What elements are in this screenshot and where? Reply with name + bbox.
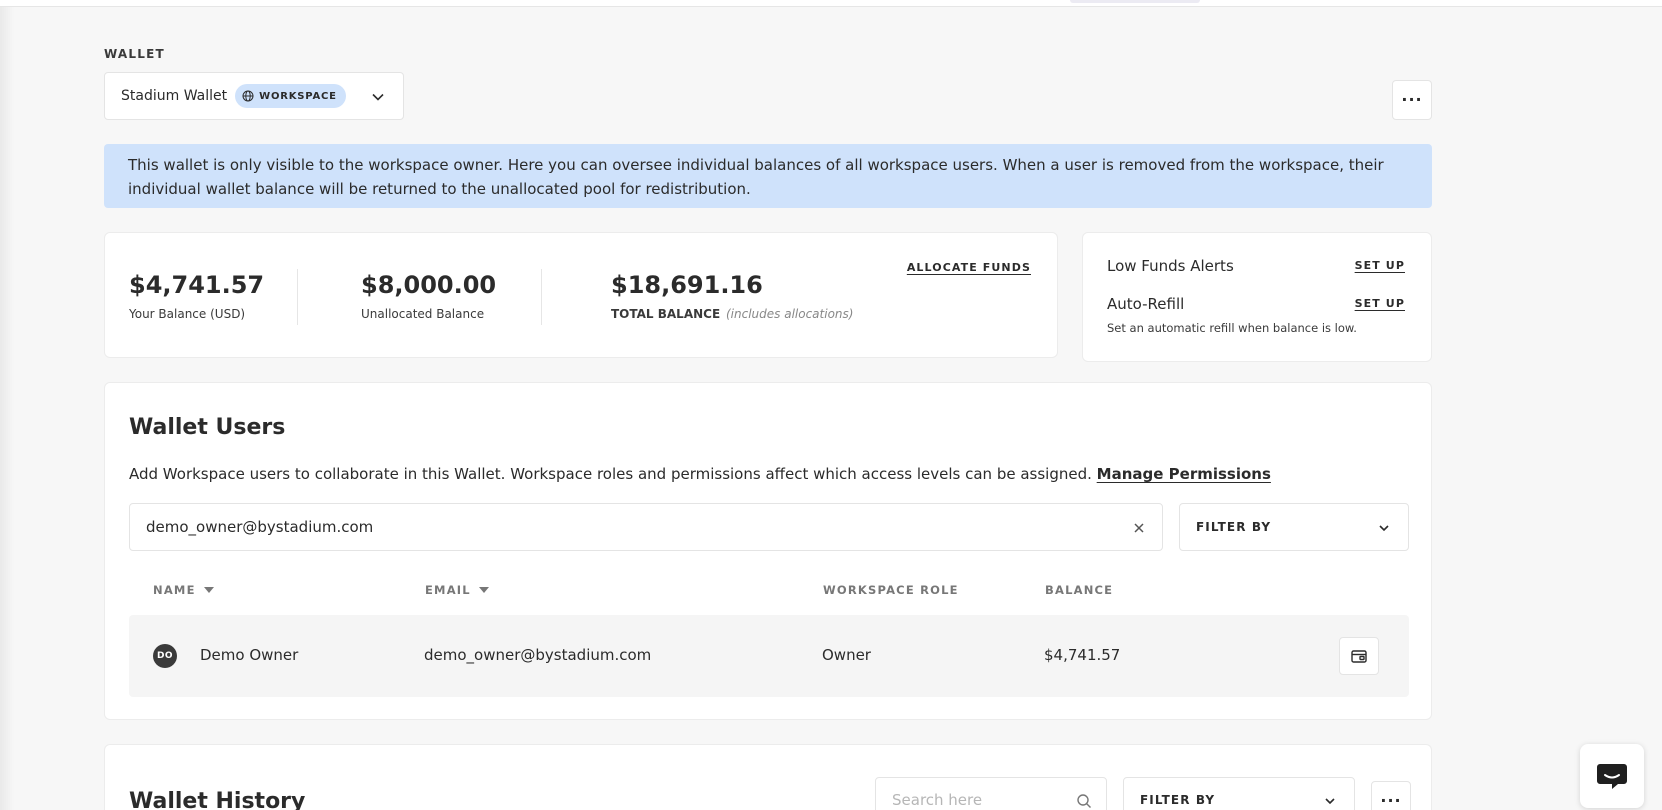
your-balance: $4,741.57 Your Balance (USD): [129, 271, 264, 321]
user-wallet-button[interactable]: [1339, 637, 1379, 675]
column-header-name-label: NAME: [153, 583, 196, 597]
total-balance-label: TOTAL BALANCE: [611, 307, 721, 321]
history-search-input[interactable]: [892, 791, 1072, 809]
top-bar-tab-indicator: [1070, 0, 1200, 3]
user-name: Demo Owner: [200, 646, 299, 664]
column-header-email-label: EMAIL: [425, 583, 471, 597]
history-filter-select[interactable]: FILTER BY: [1123, 777, 1355, 810]
more-icon: ···: [1401, 90, 1423, 109]
low-funds-alerts-title: Low Funds Alerts: [1107, 257, 1234, 275]
wallet-more-button[interactable]: ···: [1392, 80, 1432, 120]
column-header-email[interactable]: EMAIL: [425, 583, 489, 597]
history-more-button[interactable]: ···: [1371, 781, 1411, 810]
sort-down-icon: [203, 587, 214, 593]
history-search-field[interactable]: [875, 777, 1107, 810]
alerts-card: Low Funds Alerts SET UP Auto-Refill SET …: [1082, 232, 1432, 362]
info-banner: This wallet is only visible to the works…: [104, 144, 1432, 208]
unallocated-balance: $8,000.00 Unallocated Balance: [361, 271, 496, 321]
manage-permissions-link[interactable]: Manage Permissions: [1097, 465, 1271, 483]
wallet-users-card: Wallet Users Add Workspace users to coll…: [104, 382, 1432, 720]
top-bar: [0, 0, 1662, 7]
total-balance-value: $18,691.16: [611, 271, 763, 299]
users-search-input[interactable]: [146, 518, 1106, 536]
total-balance-note: (includes allocations): [726, 307, 854, 321]
users-filter-select[interactable]: FILTER BY: [1179, 503, 1409, 551]
unallocated-balance-value: $8,000.00: [361, 271, 497, 299]
divider: [541, 269, 542, 325]
wallet-users-title: Wallet Users: [129, 415, 286, 440]
column-header-workspace-role-label: WORKSPACE ROLE: [823, 583, 959, 597]
sort-down-icon: [478, 587, 489, 593]
user-email: demo_owner@bystadium.com: [424, 646, 652, 664]
workspace-badge-label: WORKSPACE: [259, 90, 337, 102]
wallet-users-description: Add Workspace users to collaborate in th…: [129, 465, 1092, 483]
table-row: DO Demo Owner demo_owner@bystadium.com O…: [129, 615, 1409, 697]
chat-launcher-button[interactable]: [1580, 744, 1644, 808]
clear-icon[interactable]: [1132, 521, 1146, 535]
column-header-balance: BALANCE: [1045, 583, 1113, 597]
left-panel-edge: [0, 7, 14, 810]
your-balance-value: $4,741.57: [129, 271, 265, 299]
history-filter-label: FILTER BY: [1140, 793, 1216, 807]
users-filter-label: FILTER BY: [1196, 520, 1272, 534]
chat-icon: [1597, 764, 1627, 789]
wallet-history-title: Wallet History: [129, 789, 306, 810]
users-search-field[interactable]: [129, 503, 1163, 551]
auto-refill-description: Set an automatic refill when balance is …: [1107, 321, 1357, 335]
balances-card: $4,741.57 Your Balance (USD) $8,000.00 U…: [104, 232, 1058, 358]
allocate-funds-link[interactable]: ALLOCATE FUNDS: [907, 261, 1031, 274]
column-header-balance-label: BALANCE: [1045, 583, 1114, 597]
user-balance: $4,741.57: [1044, 646, 1121, 664]
search-icon: [1077, 794, 1091, 808]
wallet-icon: [1351, 650, 1367, 663]
wallet-users-description-row: Add Workspace users to collaborate in th…: [129, 465, 1271, 483]
low-funds-setup-link[interactable]: SET UP: [1355, 259, 1405, 272]
column-header-name[interactable]: NAME: [153, 583, 214, 597]
total-balance: $18,691.16 TOTAL BALANCE (includes alloc…: [611, 271, 853, 321]
avatar: DO: [153, 644, 177, 668]
auto-refill-title: Auto-Refill: [1107, 295, 1185, 313]
divider: [297, 269, 298, 325]
wallet-name: Stadium Wallet: [121, 88, 228, 104]
chevron-down-icon: [1325, 798, 1335, 805]
total-balance-label-row: TOTAL BALANCE (includes allocations): [611, 307, 853, 321]
your-balance-label: Your Balance (USD): [129, 307, 246, 321]
unallocated-balance-label: Unallocated Balance: [361, 307, 485, 321]
wallet-section-label: WALLET: [104, 47, 165, 61]
auto-refill-setup-link[interactable]: SET UP: [1355, 297, 1405, 310]
chevron-down-icon: [1379, 525, 1389, 532]
workspace-badge: WORKSPACE: [235, 84, 346, 108]
chevron-down-icon: [372, 93, 384, 101]
user-role: Owner: [822, 646, 871, 664]
wallet-history-card: Wallet History FILTER BY ···: [104, 744, 1432, 810]
globe-icon: [242, 90, 254, 102]
column-header-workspace-role: WORKSPACE ROLE: [823, 583, 959, 597]
wallet-selector[interactable]: Stadium Wallet WORKSPACE: [104, 72, 404, 120]
more-icon: ···: [1380, 791, 1402, 810]
